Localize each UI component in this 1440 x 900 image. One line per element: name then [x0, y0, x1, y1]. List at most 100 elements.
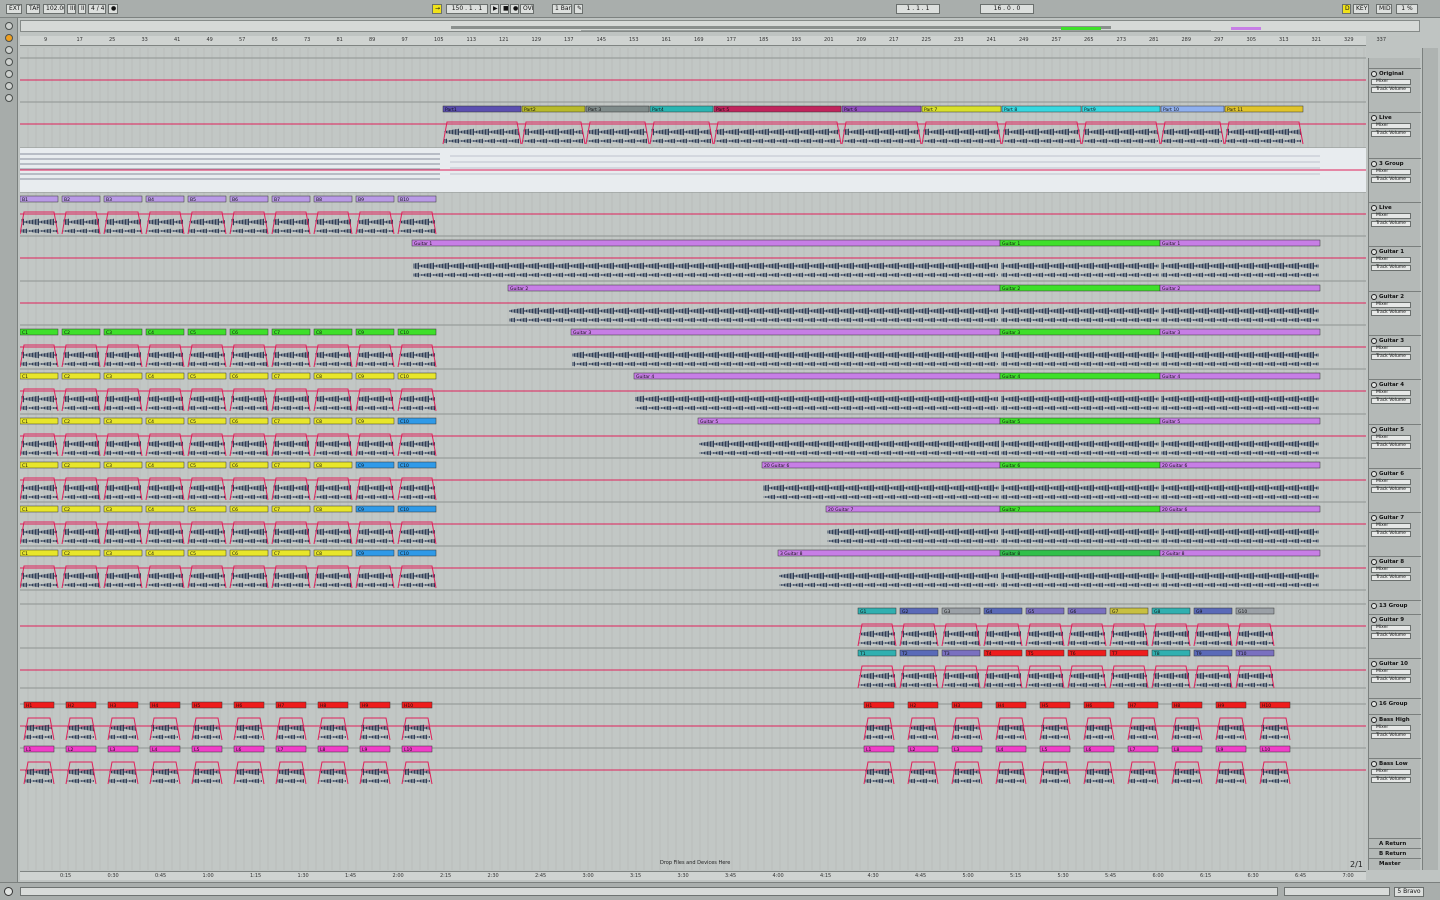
loop-length-field[interactable]: 16 . 0 . 0	[980, 4, 1034, 14]
song-position-field[interactable]: 150 . 1 . 1	[446, 4, 488, 14]
ruler-tick-label: 329	[1344, 37, 1354, 43]
live-subtrack-clip: B10	[397, 195, 437, 234]
nudge-up-button[interactable]: III	[78, 4, 86, 14]
left-browser-strip	[0, 18, 18, 900]
clip-header	[570, 328, 1001, 336]
ruler-tick-label: 249	[1019, 37, 1029, 43]
live-track-clip: Part9	[1081, 105, 1161, 144]
arrangement-tracks-area[interactable]: Part1 Part2 Part 3 Part4 Part 5 Part 6 Part 7 P…	[20, 48, 1366, 870]
live-track-clip: Part4	[649, 105, 714, 144]
live-subtrack-clip: B3	[103, 195, 143, 234]
clip-label: Part 3	[588, 107, 601, 113]
clip-label: Guitar 1	[1002, 241, 1020, 247]
tempo-field[interactable]: 102.00	[43, 4, 65, 14]
ruler-tick-label: 281	[1149, 37, 1159, 43]
metronome-button[interactable]: ●	[108, 4, 118, 14]
tap-tempo-button[interactable]: TAP	[26, 4, 40, 14]
ruler-tick-label: 145	[596, 37, 607, 43]
ruler-tick-label: 337	[1376, 37, 1387, 43]
ruler-tick-label: 33	[141, 37, 148, 43]
clip-label: B5	[190, 197, 196, 203]
live-subtrack-clip: B1	[20, 195, 59, 234]
clip-label: Part 7	[924, 107, 937, 113]
follow-button[interactable]: →	[432, 4, 442, 14]
plugins-icon[interactable]	[5, 70, 13, 78]
clip-label: B10	[400, 197, 409, 203]
ruler-tick-label: 25	[109, 37, 116, 43]
live-track-clip: Part 8	[1001, 105, 1082, 144]
arrangement-overview[interactable]	[20, 20, 1420, 32]
play-button[interactable]: ▶	[490, 4, 499, 14]
places-icon[interactable]	[5, 46, 13, 54]
live-track-clip: Part 7	[921, 105, 1002, 144]
clip-header	[1159, 284, 1321, 292]
beat-ruler[interactable]: 9 17 25 33 41 49 57 65 73 81 89 97 105 113 121 129 137 14…	[20, 36, 1386, 46]
ruler-tick-label: 105	[434, 37, 444, 43]
ruler-tick-label: 81	[336, 37, 343, 43]
clip-label: Part 10	[1163, 107, 1179, 113]
ruler-tick-label: 201	[824, 37, 834, 43]
ruler-tick-label: 297	[1214, 37, 1224, 43]
clip-label: Guitar 2	[1002, 286, 1020, 292]
guitar-track-clip: Guitar 3	[999, 328, 1161, 367]
ruler-tick-label: 161	[661, 37, 672, 43]
ruler-tick-label: 185	[759, 37, 769, 43]
ruler-tick-label: 233	[954, 37, 964, 43]
samples-icon[interactable]	[5, 82, 13, 90]
clip-label: Guitar 3	[1002, 330, 1020, 336]
devices-icon[interactable]	[5, 58, 13, 66]
ruler-tick-label: 9	[44, 37, 48, 43]
ruler-tick-label: 169	[694, 37, 704, 43]
ruler-tick-label: 209	[856, 37, 867, 43]
loop-start-field[interactable]: 1 . 1 . 1	[896, 4, 940, 14]
live-track-clip: Part 5	[713, 105, 842, 144]
draw-mode-button[interactable]: ✎	[574, 4, 583, 14]
quantize-menu[interactable]: 1 Bar	[552, 4, 572, 14]
ruler-tick-label: 257	[1051, 37, 1062, 43]
guitar-track-clip: Guitar 1	[999, 239, 1161, 278]
clip-label: B6	[232, 197, 238, 203]
time-signature-field[interactable]: 4 / 4	[88, 4, 106, 14]
live-subtrack-clip: B4	[145, 195, 185, 234]
ruler-tick-label: 313	[1279, 37, 1289, 43]
ext-sync-button[interactable]: EXT	[6, 4, 22, 14]
clip-label: Part 11	[1227, 107, 1243, 113]
session-view-icon[interactable]	[5, 34, 13, 42]
guitar-track-clip: Guitar 2	[1159, 284, 1321, 323]
clip-label: B7	[274, 197, 280, 203]
clip-header	[1159, 239, 1321, 247]
nudge-down-button[interactable]: III	[67, 4, 76, 14]
midi-map-button[interactable]: MIDI	[1376, 4, 1392, 14]
ruler-tick-label: 89	[369, 37, 376, 43]
clips-icon[interactable]	[5, 94, 13, 102]
ruler-tick-label: 241	[986, 37, 997, 43]
clip-label: Part9	[1084, 107, 1096, 113]
clip-label: B9	[358, 197, 364, 203]
clip-label: Guitar 1	[414, 241, 432, 247]
clip-label: B1	[22, 197, 28, 203]
guitar-track-clip: Guitar 1	[1159, 239, 1321, 278]
browser-toggle-icon[interactable]	[5, 22, 13, 30]
guitar-track-clip: Guitar 2	[507, 284, 1001, 323]
clip-label: B4	[148, 197, 154, 203]
clip-header	[713, 105, 842, 113]
guitar-track-clip: Guitar 2	[999, 284, 1161, 323]
clip-label: Part 5	[716, 107, 729, 113]
live-track-clip: Part 11	[1224, 105, 1304, 144]
clip-header	[411, 239, 1001, 247]
d-indicator[interactable]: D	[1342, 4, 1351, 14]
key-map-button[interactable]: KEY	[1353, 4, 1369, 14]
clip-label: Guitar 2	[1162, 286, 1180, 292]
stop-button[interactable]: ■	[500, 4, 509, 14]
live-subtrack-clip: B8	[313, 195, 353, 234]
live-track-clip: Part1	[442, 105, 522, 144]
live-subtrack-clip: B7	[271, 195, 311, 234]
overdub-button[interactable]: OVR	[520, 4, 534, 14]
live-track-clip: Part2	[521, 105, 586, 144]
record-button[interactable]: ●	[510, 4, 519, 14]
clip-header	[999, 328, 1161, 336]
guitar-track-clip: Guitar 3	[570, 328, 1001, 367]
ruler-tick-label: 49	[206, 37, 213, 43]
clip-label: Guitar 2	[510, 286, 528, 292]
clip-header	[999, 239, 1161, 247]
